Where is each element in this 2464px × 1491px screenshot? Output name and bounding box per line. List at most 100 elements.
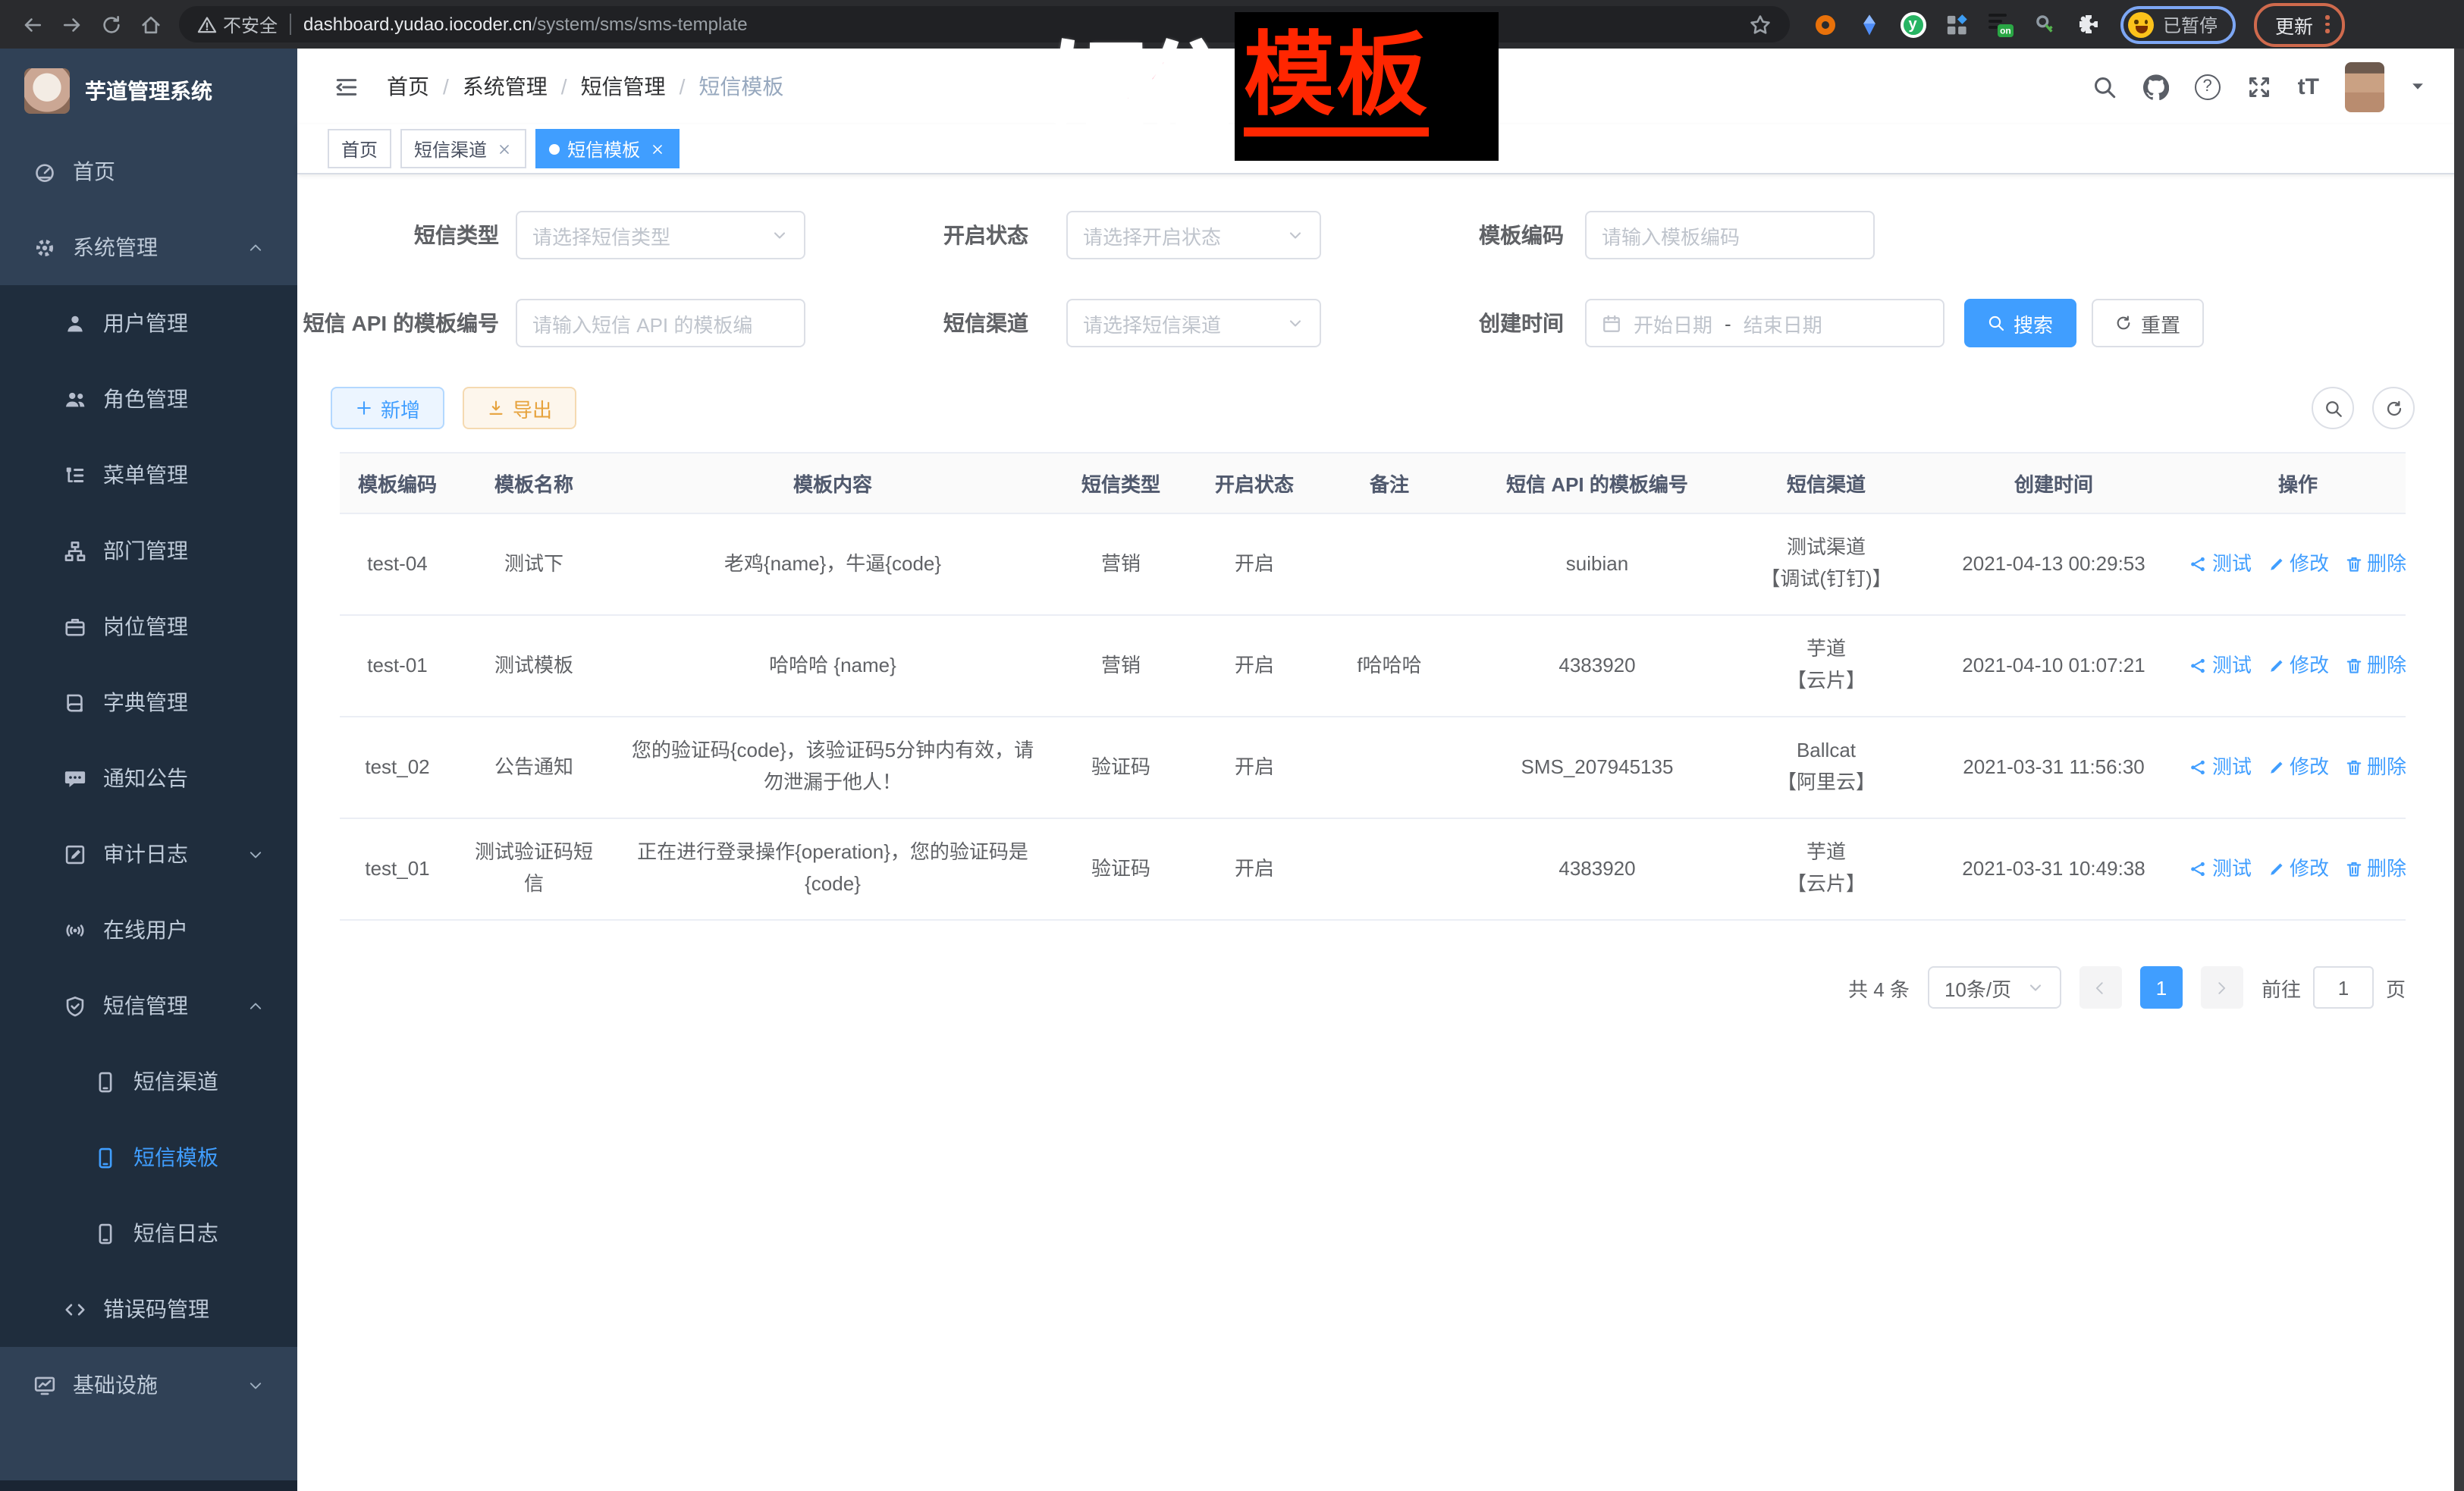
breadcrumb-sms[interactable]: 短信管理 (581, 71, 666, 102)
sidebar-item-departments[interactable]: 部门管理 (0, 513, 297, 589)
col-template-content: 模板内容 (613, 453, 1053, 513)
home-icon[interactable] (130, 5, 170, 44)
breadcrumb-system[interactable]: 系统管理 (463, 71, 548, 102)
extension-orange-icon[interactable] (1811, 11, 1838, 38)
breadcrumb-separator: / (443, 74, 449, 99)
header-search-icon[interactable] (2092, 74, 2117, 99)
hamburger-icon[interactable] (334, 74, 359, 99)
extension-squares-icon[interactable] (1943, 11, 1970, 38)
active-dot (549, 143, 560, 154)
sidebar-item-roles[interactable]: 角色管理 (0, 361, 297, 437)
gear-icon (33, 236, 56, 259)
ime-typed-text: 短信 (1053, 21, 1238, 133)
delete-link[interactable]: 删除 (2344, 853, 2406, 885)
sidebar-item-notices[interactable]: 通知公告 (0, 740, 297, 816)
goto-page-input[interactable]: 1 (2313, 966, 2374, 1009)
reset-button[interactable]: 重置 (2092, 299, 2204, 347)
col-status: 开启状态 (1189, 453, 1320, 513)
channel-select[interactable]: 请选择短信渠道 (1066, 299, 1321, 347)
filter-row-1: 短信类型 请选择短信类型 开启状态 请选择开启状态 模板编码 请输入模板编码 (297, 211, 2464, 259)
table-header-row: 模板编码 模板名称 模板内容 短信类型 开启状态 备注 短信 API 的模板编号… (340, 453, 2406, 513)
search-button[interactable]: 搜索 (1964, 299, 2076, 347)
chevron-down-icon (771, 226, 789, 244)
page-size-select[interactable]: 10条/页 (1928, 966, 2061, 1009)
reload-icon[interactable] (91, 5, 130, 44)
sidebar-item-system[interactable]: 系统管理 (0, 209, 297, 285)
template-table: 模板编码 模板名称 模板内容 短信类型 开启状态 备注 短信 API 的模板编号… (340, 452, 2406, 921)
test-link[interactable]: 测试 (2189, 853, 2252, 885)
sidebar-item-error-codes[interactable]: 错误码管理 (0, 1271, 297, 1347)
page-1-button[interactable]: 1 (2140, 966, 2183, 1009)
next-page-button[interactable] (2201, 966, 2243, 1009)
edit-link[interactable]: 修改 (2267, 752, 2329, 783)
update-button[interactable]: 更新 (2254, 2, 2344, 46)
extension-key-icon[interactable] (2031, 11, 2058, 38)
add-button[interactable]: 新增 (331, 387, 444, 429)
bookmark-star-icon[interactable] (1749, 13, 1772, 36)
delete-link[interactable]: 删除 (2344, 650, 2406, 682)
close-icon[interactable] (494, 140, 513, 158)
url-host: dashboard.yudao.iocoder.cn (303, 14, 532, 35)
sidebar-item-audit-log[interactable]: 审计日志 (0, 816, 297, 892)
sidebar-item-sms-log[interactable]: 短信日志 (0, 1195, 297, 1271)
sidebar-item-sms-management[interactable]: 短信管理 (0, 968, 297, 1044)
sidebar-item-sms-channel[interactable]: 短信渠道 (0, 1044, 297, 1119)
delete-link[interactable]: 删除 (2344, 548, 2406, 580)
prev-page-button[interactable] (2079, 966, 2122, 1009)
sms-type-select[interactable]: 请选择短信类型 (516, 211, 805, 259)
extension-list-on-icon[interactable]: on (1987, 11, 2014, 38)
sidebar-item-dictionary[interactable]: 字典管理 (0, 664, 297, 740)
status-select[interactable]: 请选择开启状态 (1066, 211, 1321, 259)
tab-sms-channel[interactable]: 短信渠道 (400, 129, 526, 168)
extension-puzzle-icon[interactable] (2075, 11, 2102, 38)
forward-icon[interactable] (52, 5, 91, 44)
logo-image (24, 68, 70, 114)
breadcrumb-home[interactable]: 首页 (387, 71, 429, 102)
edit-link[interactable]: 修改 (2267, 853, 2329, 885)
refresh-icon[interactable] (2372, 387, 2415, 429)
api-template-id-input[interactable]: 请输入短信 API 的模板编 (516, 299, 805, 347)
show-search-icon[interactable] (2312, 387, 2354, 429)
test-link[interactable]: 测试 (2189, 752, 2252, 783)
sidebar-item-posts[interactable]: 岗位管理 (0, 589, 297, 664)
test-link[interactable]: 测试 (2189, 650, 2252, 682)
profile-paused-badge[interactable]: 已暂停 (2120, 5, 2236, 43)
back-icon[interactable] (12, 5, 52, 44)
sidebar-item-home[interactable]: 首页 (0, 133, 297, 209)
export-button[interactable]: 导出 (463, 387, 576, 429)
sidebar-logo[interactable]: 芋道管理系统 (0, 49, 297, 133)
shield-check-icon (64, 994, 86, 1017)
code-icon (64, 1298, 86, 1320)
help-icon[interactable]: ? (2195, 74, 2221, 99)
browser-menu-icon[interactable] (2325, 16, 2329, 33)
book-icon (64, 691, 86, 714)
divider (290, 14, 291, 35)
status-label: 开启状态 (824, 220, 1028, 250)
extension-y-icon[interactable]: y (1899, 11, 1926, 38)
avatar-caret-icon[interactable] (2410, 79, 2425, 94)
github-icon[interactable] (2143, 74, 2169, 99)
sidebar-item-online-users[interactable]: 在线用户 (0, 892, 297, 968)
edit-link[interactable]: 修改 (2267, 548, 2329, 580)
screen: 不安全 dashboard.yudao.iocoder.cn/system/sm… (0, 0, 2464, 1491)
user-avatar[interactable] (2345, 61, 2384, 111)
close-icon[interactable] (648, 140, 666, 158)
sidebar-item-menus[interactable]: 菜单管理 (0, 437, 297, 513)
not-secure-warning[interactable]: 不安全 (197, 11, 278, 37)
edit-link[interactable]: 修改 (2267, 650, 2329, 682)
col-template-name: 模板名称 (455, 453, 613, 513)
date-range-input[interactable]: 开始日期 - 结束日期 (1585, 299, 1945, 347)
sidebar-item-sms-template[interactable]: 短信模板 (0, 1119, 297, 1195)
tab-home[interactable]: 首页 (328, 129, 391, 168)
chevron-down-icon (247, 1376, 264, 1393)
sidebar-item-users[interactable]: 用户管理 (0, 285, 297, 361)
tab-sms-template[interactable]: 短信模板 (535, 129, 680, 168)
font-size-icon[interactable]: tT (2298, 74, 2319, 99)
sidebar-item-infrastructure[interactable]: 基础设施 (0, 1347, 297, 1423)
extension-kite-icon[interactable] (1855, 11, 1882, 38)
delete-link[interactable]: 删除 (2344, 752, 2406, 783)
fullscreen-icon[interactable] (2246, 74, 2272, 99)
test-link[interactable]: 测试 (2189, 548, 2252, 580)
template-code-input[interactable]: 请输入模板编码 (1585, 211, 1875, 259)
address-bar[interactable]: 不安全 dashboard.yudao.iocoder.cn/system/sm… (179, 6, 1790, 42)
